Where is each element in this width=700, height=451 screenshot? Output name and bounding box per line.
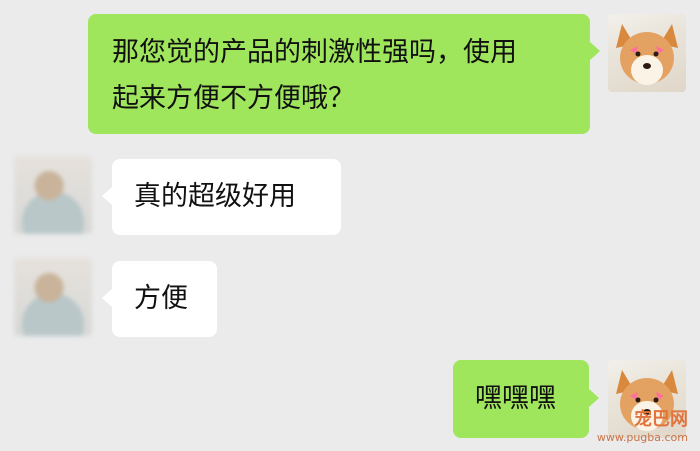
avatar-contact[interactable] — [14, 258, 92, 336]
avatar-contact[interactable] — [14, 156, 92, 234]
message-text: 嘿嘿嘿 — [475, 383, 556, 414]
bubble-tail — [590, 42, 600, 60]
message-bubble-sent[interactable]: 嘿嘿嘿 — [453, 360, 589, 438]
watermark-url: www.pugba.com — [596, 431, 688, 444]
shiba-dog-icon — [616, 24, 678, 85]
message-text-line: 那您觉的产品的刺激性强吗，使用 — [112, 37, 517, 68]
message-bubble-sent[interactable]: 那您觉的产品的刺激性强吗，使用 起来方便不方便哦？ — [88, 14, 590, 134]
message-text-line: 起来方便不方便哦？ — [112, 83, 355, 114]
message-bubble-received[interactable]: 方便 — [112, 261, 217, 337]
bubble-tail — [102, 289, 112, 307]
bubble-tail — [102, 187, 112, 205]
message-text: 方便 — [134, 283, 188, 314]
message-text: 真的超级好用 — [134, 181, 296, 212]
watermark-brand: 宠巴网 — [634, 409, 688, 430]
watermark: 宠巴网 www.pugba.com — [597, 409, 688, 445]
message-bubble-received[interactable]: 真的超级好用 — [112, 159, 341, 235]
bubble-tail — [589, 389, 599, 407]
avatar-self-dog[interactable] — [608, 14, 686, 92]
